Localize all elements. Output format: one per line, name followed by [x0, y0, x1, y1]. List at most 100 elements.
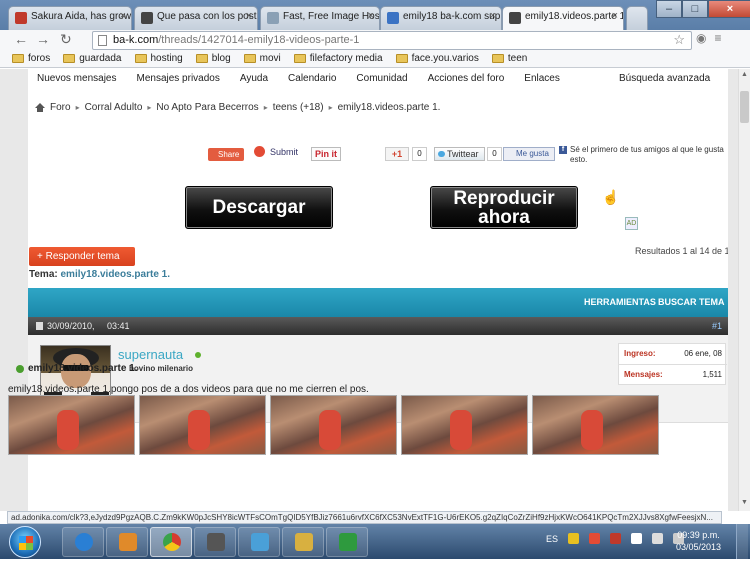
nav-links[interactable]: Enlaces: [524, 73, 560, 84]
nav-forum-actions[interactable]: Acciones del foro: [428, 73, 505, 84]
flag-icon[interactable]: [631, 533, 643, 544]
search-topic-menu[interactable]: BUSCAR TEMA: [658, 297, 725, 307]
gplus-button[interactable]: +1: [385, 147, 409, 161]
new-tab-button[interactable]: [626, 6, 648, 30]
ad-badge[interactable]: AD: [625, 217, 638, 230]
scroll-thumb[interactable]: [740, 91, 749, 123]
bookmark-item[interactable]: teen: [491, 53, 527, 64]
tweet-button[interactable]: Twittear: [434, 147, 485, 161]
scroll-up-icon[interactable]: ▲: [741, 71, 748, 78]
clock[interactable]: 09:39 p.m. 03/05/2013: [676, 529, 721, 553]
network-icon[interactable]: [652, 533, 664, 544]
share-button[interactable]: Share: [208, 148, 244, 161]
bookmark-item[interactable]: blog: [195, 53, 231, 64]
tab-close-icon[interactable]: ×: [368, 10, 374, 22]
video-thumbnail[interactable]: [532, 395, 659, 455]
bookmark-star-icon[interactable]: ☆: [673, 32, 685, 48]
address-bar[interactable]: ba-k.com/threads/1427014-emily18-videos-…: [92, 31, 692, 50]
close-icon[interactable]: ×: [708, 0, 750, 18]
nav-help[interactable]: Ayuda: [240, 73, 268, 84]
download-button[interactable]: Descargar: [185, 186, 333, 229]
vertical-scrollbar[interactable]: ▲ ▼: [738, 69, 750, 511]
extension-icon[interactable]: ◉: [696, 31, 706, 45]
tray-app-icon[interactable]: [589, 533, 601, 544]
reply-topic-button[interactable]: + Responder tema: [29, 247, 135, 266]
start-button[interactable]: [9, 526, 41, 558]
forward-icon[interactable]: →: [36, 31, 50, 47]
posts-label: Mensajes:: [624, 370, 663, 379]
tab-close-icon[interactable]: ×: [120, 10, 126, 22]
nav-calendar[interactable]: Calendario: [288, 73, 336, 84]
taskbar-explorer[interactable]: [282, 527, 324, 557]
taskbar-media[interactable]: [106, 527, 148, 557]
scroll-down-icon[interactable]: ▼: [741, 499, 748, 506]
nav-private-messages[interactable]: Mensajes privados: [136, 73, 219, 84]
maximize-icon[interactable]: □: [682, 0, 708, 18]
bookmark-label: blog: [211, 53, 231, 64]
ati-icon[interactable]: [610, 533, 622, 544]
taskbar-chrome[interactable]: [150, 527, 192, 557]
bookmark-item[interactable]: guardada: [63, 53, 122, 64]
tab-1[interactable]: Sakura Aida, has grow ×: [8, 6, 132, 30]
reload-icon[interactable]: ↻: [60, 31, 72, 48]
taskbar-film[interactable]: [194, 527, 236, 557]
bookmark-item[interactable]: hosting: [134, 53, 183, 64]
folder-icon: [134, 54, 147, 63]
tab-2[interactable]: Que pasa con los post ×: [134, 6, 258, 30]
nav-community[interactable]: Comunidad: [356, 73, 407, 84]
like-button[interactable]: Me gusta: [503, 147, 555, 161]
breadcrumb-item[interactable]: Corral Adulto: [85, 102, 143, 113]
pinit-button[interactable]: Pin it: [311, 147, 341, 161]
tab-1-title: Sakura Aida, has grow: [31, 11, 132, 22]
tools-menu[interactable]: HERRAMIENTAS: [584, 297, 656, 307]
page-margin-right: [728, 69, 738, 511]
bookmark-item[interactable]: face.you.varios: [395, 53, 479, 64]
browser-toolbar: ← → ↻ ba-k.com/threads/1427014-emily18-v…: [0, 30, 750, 50]
tab-5-active[interactable]: emily18.videos.parte 1 ×: [502, 6, 624, 30]
gplus-count: 0: [412, 147, 427, 161]
tab-4[interactable]: emily18 ba-k.com sup ×: [380, 6, 502, 30]
breadcrumb-item[interactable]: No Apto Para Becerros: [156, 102, 258, 113]
taskbar-app[interactable]: [238, 527, 280, 557]
tray-arrow-icon[interactable]: [568, 533, 580, 544]
bookmark-item[interactable]: filefactory media: [293, 53, 383, 64]
tab-close-icon[interactable]: ×: [490, 10, 496, 22]
back-icon[interactable]: ←: [14, 31, 28, 47]
submit-button[interactable]: Submit: [254, 146, 298, 157]
language-indicator[interactable]: ES: [546, 534, 558, 544]
post-body: emily18.videos.parte 1.pongo pos de a do…: [8, 384, 369, 395]
show-desktop-button[interactable]: [736, 524, 748, 559]
tab-close-icon[interactable]: ×: [246, 10, 252, 22]
taskbar-app2[interactable]: [326, 527, 368, 557]
results-count: Resultados 1 al 14 de 1: [635, 246, 728, 256]
thread-toolbar: HERRAMIENTAS BUSCAR TEMA: [28, 288, 728, 317]
video-thumbnail[interactable]: [270, 395, 397, 455]
username-link[interactable]: supernauta: [118, 347, 183, 362]
post-time: 03:41: [107, 321, 130, 331]
breadcrumb-item[interactable]: Foro: [50, 102, 71, 113]
arrow-icon: ▸: [147, 103, 152, 112]
nav-new-posts[interactable]: Nuevos mensajes: [37, 73, 116, 84]
film-icon: [207, 533, 225, 551]
home-icon[interactable]: [35, 103, 45, 112]
windows-taskbar: ES 09:39 p.m. 03/05/2013: [0, 524, 750, 559]
play-now-button[interactable]: Reproducir ahora: [430, 186, 578, 229]
video-thumbnail[interactable]: [401, 395, 528, 455]
bookmark-item[interactable]: movi: [243, 53, 281, 64]
bookmark-item[interactable]: foros: [12, 53, 50, 64]
tab-close-icon[interactable]: ×: [612, 10, 618, 22]
joined-label: Ingreso:: [624, 349, 656, 358]
menu-icon[interactable]: ≡: [714, 31, 721, 45]
topic-title-link[interactable]: emily18.videos.parte 1.: [61, 269, 171, 280]
minimize-icon[interactable]: –: [656, 0, 682, 18]
post-images: [8, 395, 659, 455]
breadcrumb-item[interactable]: teens (+18): [273, 102, 324, 113]
arrow-icon: ▸: [263, 103, 268, 112]
tab-3[interactable]: Fast, Free Image Hosti ×: [260, 6, 380, 30]
video-thumbnail[interactable]: [139, 395, 266, 455]
video-thumbnail[interactable]: [8, 395, 135, 455]
post-number[interactable]: #1: [712, 317, 722, 335]
advanced-search-link[interactable]: Búsqueda avanzada: [619, 73, 710, 84]
arrow-icon: ▸: [75, 103, 80, 112]
taskbar-ie[interactable]: [62, 527, 104, 557]
